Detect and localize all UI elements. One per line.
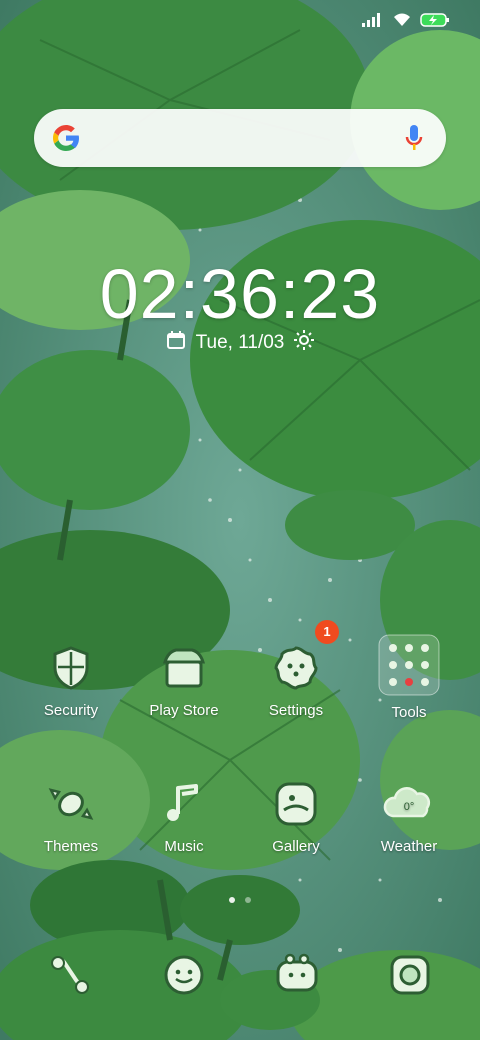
app-weather[interactable]: 0° Weather <box>354 778 464 855</box>
app-folder-tools[interactable]: Tools <box>354 634 464 721</box>
app-gallery[interactable]: Gallery <box>241 778 351 855</box>
app-label: Weather <box>380 838 438 855</box>
app-settings[interactable]: Settings <box>241 642 351 719</box>
dock-camera[interactable] <box>385 950 435 1000</box>
phone-icon <box>46 950 96 1000</box>
date-text: Tue, 11/03 <box>195 332 285 353</box>
app-label: Themes <box>43 838 99 855</box>
weather-temp: 0° <box>404 801 415 813</box>
signal-bars-icon <box>362 13 384 32</box>
wifi-icon <box>392 12 412 33</box>
gallery-icon <box>270 778 322 830</box>
date-row[interactable]: Tue, 11/03 <box>0 330 480 356</box>
app-label: Gallery <box>272 838 320 855</box>
app-play-store[interactable]: Play Store <box>129 642 239 719</box>
camera-icon <box>385 950 435 1000</box>
dock-messages[interactable] <box>159 950 209 1000</box>
google-g-icon <box>50 122 82 154</box>
notification-badge: 1 <box>315 620 339 644</box>
app-label: Security <box>43 702 99 719</box>
app-label: Tools <box>391 704 427 721</box>
app-label: Settings <box>268 702 324 719</box>
store-icon <box>158 642 210 694</box>
battery-charging-icon <box>420 12 450 33</box>
smile-bubble-icon <box>159 950 209 1000</box>
cloud-icon: 0° <box>383 778 435 830</box>
folder-icon <box>378 634 440 696</box>
page-dot-active <box>229 897 235 903</box>
shield-icon <box>45 642 97 694</box>
app-label: Play Store <box>149 702 219 719</box>
google-search-bar[interactable] <box>34 109 446 167</box>
dock-browser[interactable] <box>272 950 322 1000</box>
sun-icon <box>294 330 315 356</box>
page-dot <box>245 897 251 903</box>
status-bar <box>0 0 480 40</box>
clock-widget[interactable]: 02:36:23 <box>0 254 480 334</box>
candy-icon <box>45 778 97 830</box>
clock-time: 02:36:23 <box>99 255 381 333</box>
app-security[interactable]: Security <box>16 642 126 719</box>
globe-icon <box>272 950 322 1000</box>
dock-phone[interactable] <box>46 950 96 1000</box>
microphone-icon[interactable] <box>404 123 424 153</box>
gear-icon <box>270 642 322 694</box>
app-themes[interactable]: Themes <box>16 778 126 855</box>
page-indicator <box>0 897 480 903</box>
app-music[interactable]: Music <box>129 778 239 855</box>
app-label: Music <box>164 838 204 855</box>
music-note-icon <box>158 778 210 830</box>
calendar-icon <box>166 330 186 356</box>
